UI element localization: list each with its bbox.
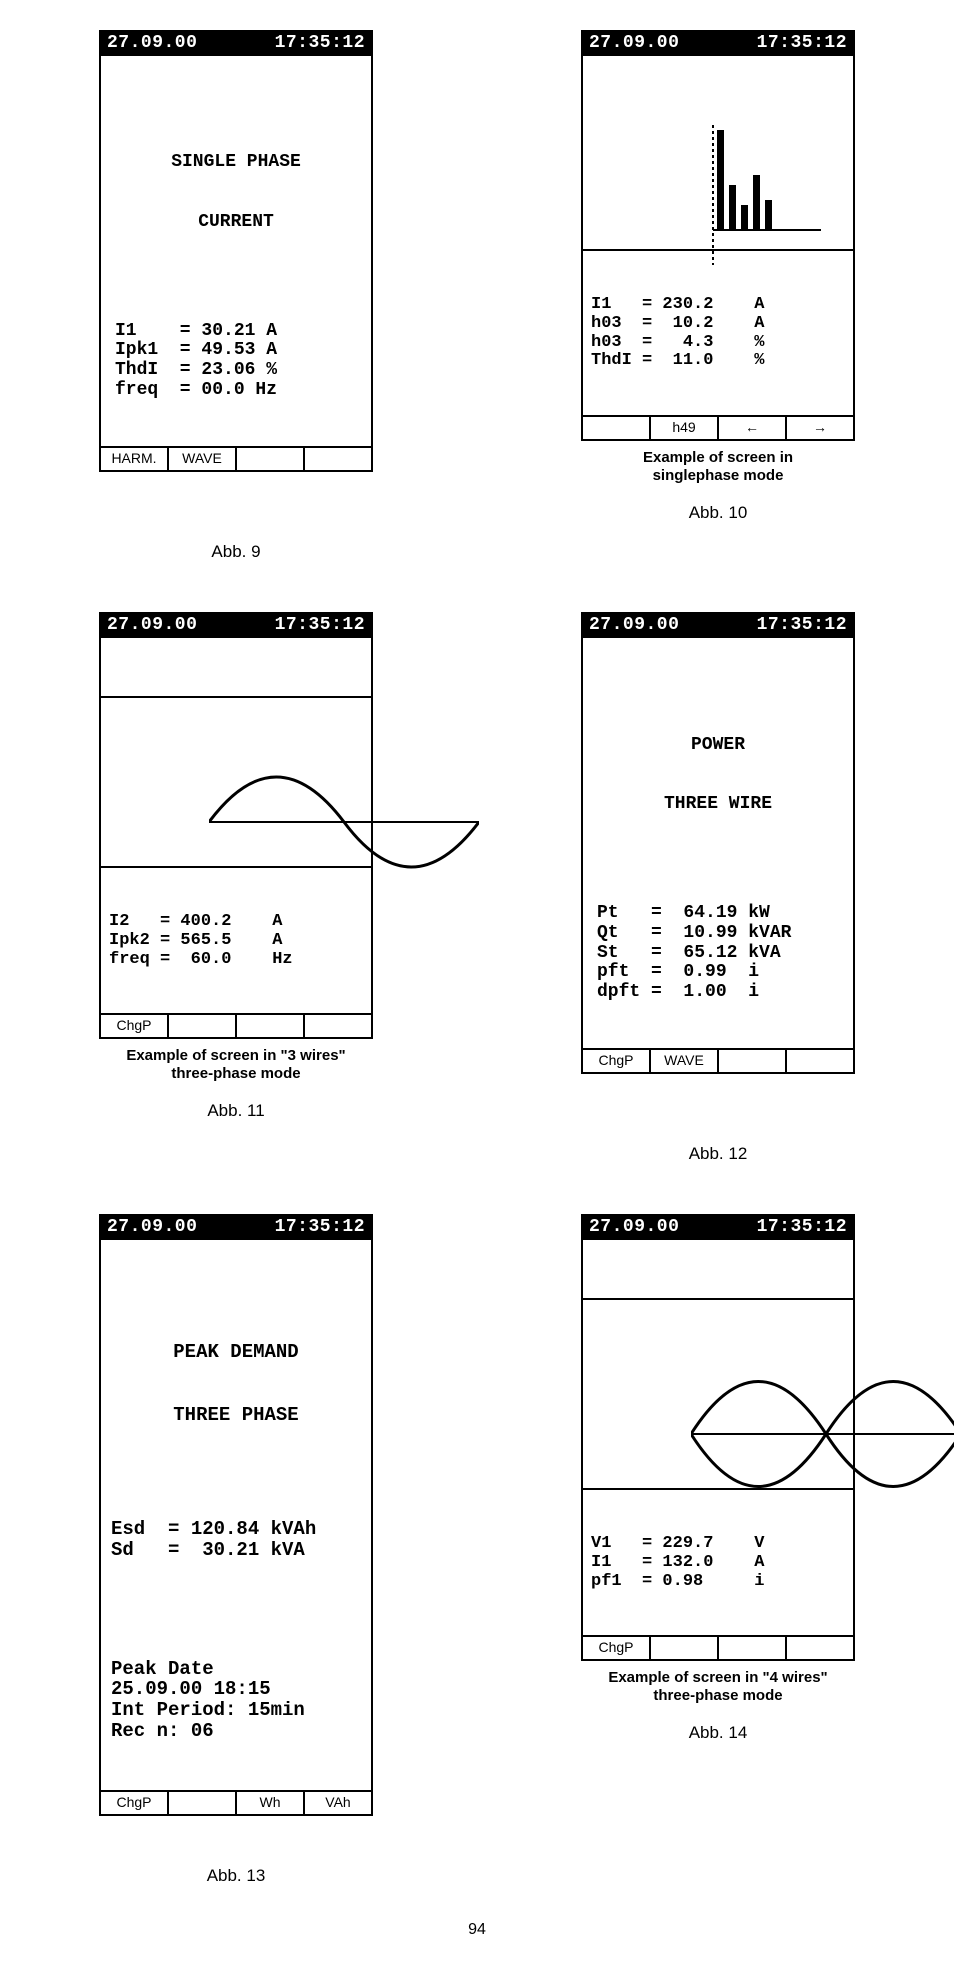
softkey-2[interactable] <box>651 1637 719 1659</box>
date-text: 27.09.00 <box>589 33 679 53</box>
softkey-right-arrow[interactable]: → <box>787 417 853 439</box>
softkey-4[interactable] <box>305 1015 371 1037</box>
measurement-rows: I1 = 230.2 A h03 = 10.2 A h03 = 4.3 % Th… <box>583 290 853 375</box>
lcd-panel: 27.09.00 17:35:12 PEAK DEMAND THREE PHAS… <box>99 1214 373 1815</box>
figure-label: Abb. 12 <box>542 1144 894 1164</box>
softkey-3[interactable] <box>719 1050 787 1072</box>
measurement-rows-1: Esd = 120.84 kVAh Sd = 30.21 kVA <box>111 1519 361 1561</box>
page-number: 94 <box>60 1921 894 1939</box>
softkey-chgp[interactable]: ChgP <box>583 1050 651 1072</box>
caption-line1: Example of screen in "3 wires" <box>126 1047 345 1064</box>
softkey-1[interactable] <box>583 417 651 439</box>
date-text: 27.09.00 <box>589 1217 679 1237</box>
softkey-chgp[interactable]: ChgP <box>583 1637 651 1659</box>
title-bar: 27.09.00 17:35:12 <box>583 32 853 56</box>
figure-label: Abb. 14 <box>542 1723 894 1743</box>
figure-11: 27.09.00 17:35:12 I2 = 400.2 A Ipk2 = 56… <box>60 612 412 1164</box>
caption-line1: Example of screen in "4 wires" <box>608 1669 827 1686</box>
measurement-rows: I2 = 400.2 A Ipk2 = 565.5 A freq = 60.0 … <box>101 907 371 973</box>
lcd-panel: 27.09.00 17:35:12 SINGLE PHASE CURRENT I… <box>99 30 373 472</box>
time-text: 17:35:12 <box>275 33 365 53</box>
softkey-wave[interactable]: WAVE <box>651 1050 719 1072</box>
lcd-panel: 27.09.00 17:35:12 POWER THREE WIRE Pt = … <box>581 612 855 1074</box>
caption-line1: Example of screen in <box>643 449 793 466</box>
screen-title-line2: THREE PHASE <box>111 1405 361 1426</box>
figure-label: Abb. 9 <box>60 542 412 562</box>
blank-strip <box>101 678 371 698</box>
figure-label: Abb. 13 <box>60 1866 412 1886</box>
title-bar: 27.09.00 17:35:12 <box>583 614 853 638</box>
time-text: 17:35:12 <box>757 615 847 635</box>
softkey-4[interactable] <box>787 1637 853 1659</box>
softkey-4[interactable] <box>305 448 371 470</box>
softkey-row: ChgP Wh VAh <box>101 1790 371 1814</box>
date-text: 27.09.00 <box>107 33 197 53</box>
single-sine-wave <box>101 738 371 868</box>
caption-line2: three-phase mode <box>171 1065 300 1082</box>
softkey-3[interactable] <box>719 1637 787 1659</box>
title-bar: 27.09.00 17:35:12 <box>101 1216 371 1240</box>
measurement-rows: Pt = 64.19 kW Qt = 10.99 kVAR St = 65.12… <box>593 904 843 1003</box>
lcd-panel: 27.09.00 17:35:12 I1 = 230.2 A h03 <box>581 30 855 441</box>
softkey-wh[interactable]: Wh <box>237 1792 305 1814</box>
lcd-panel: 27.09.00 17:35:12 I2 = 400.2 A Ipk2 = 56… <box>99 612 373 1038</box>
figure-13: 27.09.00 17:35:12 PEAK DEMAND THREE PHAS… <box>60 1214 412 1885</box>
softkey-row: h49 ← → <box>583 415 853 439</box>
measurement-rows: V1 = 229.7 V I1 = 132.0 A pf1 = 0.98 i <box>583 1529 853 1595</box>
time-text: 17:35:12 <box>757 1217 847 1237</box>
lcd-panel: 27.09.00 17:35:12 V1 = 229.7 V I1 = 132.… <box>581 1214 855 1660</box>
softkey-left-arrow[interactable]: ← <box>719 417 787 439</box>
softkey-row: ChgP <box>101 1013 371 1037</box>
screen-title-line1: SINGLE PHASE <box>111 153 361 173</box>
figure-label: Abb. 10 <box>542 503 894 523</box>
softkey-chgp[interactable]: ChgP <box>101 1792 169 1814</box>
figure-10: 27.09.00 17:35:12 I1 = 230.2 A h03 <box>542 30 894 562</box>
softkey-harm[interactable]: HARM. <box>101 448 169 470</box>
harmonics-bar-graph <box>583 96 853 251</box>
dual-sine-wave <box>583 1340 853 1490</box>
screen-title-line2: CURRENT <box>111 213 361 233</box>
time-text: 17:35:12 <box>275 1217 365 1237</box>
date-text: 27.09.00 <box>107 615 197 635</box>
softkey-wave[interactable]: WAVE <box>169 448 237 470</box>
softkey-row: ChgP <box>583 1635 853 1659</box>
measurement-rows: I1 = 30.21 A Ipk1 = 49.53 A ThdI = 23.06… <box>111 322 361 401</box>
softkey-3[interactable] <box>237 1015 305 1037</box>
softkey-2[interactable] <box>169 1792 237 1814</box>
figure-9: 27.09.00 17:35:12 SINGLE PHASE CURRENT I… <box>60 30 412 562</box>
softkey-2[interactable] <box>169 1015 237 1037</box>
time-text: 17:35:12 <box>757 33 847 53</box>
figure-label: Abb. 11 <box>60 1101 412 1121</box>
figure-14: 27.09.00 17:35:12 V1 = 229.7 V I1 = 132.… <box>542 1214 894 1885</box>
date-text: 27.09.00 <box>107 1217 197 1237</box>
softkey-4[interactable] <box>787 1050 853 1072</box>
softkey-vah[interactable]: VAh <box>305 1792 371 1814</box>
title-bar: 27.09.00 17:35:12 <box>101 32 371 56</box>
screen-title-line2: THREE WIRE <box>593 795 843 815</box>
blank-strip <box>583 1280 853 1300</box>
date-text: 27.09.00 <box>589 615 679 635</box>
caption-line2: three-phase mode <box>653 1687 782 1704</box>
screen-title-line1: PEAK DEMAND <box>111 1342 361 1363</box>
screen-title-line1: POWER <box>593 736 843 756</box>
softkey-h49[interactable]: h49 <box>651 417 719 439</box>
title-bar: 27.09.00 17:35:12 <box>101 614 371 638</box>
softkey-row: HARM. WAVE <box>101 446 371 470</box>
figure-12: 27.09.00 17:35:12 POWER THREE WIRE Pt = … <box>542 612 894 1164</box>
time-text: 17:35:12 <box>275 615 365 635</box>
softkey-3[interactable] <box>237 448 305 470</box>
caption-line2: singlephase mode <box>653 467 784 484</box>
softkey-row: ChgP WAVE <box>583 1048 853 1072</box>
measurement-rows-2: Peak Date 25.09.00 18:15 Int Period: 15m… <box>111 1659 361 1743</box>
title-bar: 27.09.00 17:35:12 <box>583 1216 853 1240</box>
softkey-chgp[interactable]: ChgP <box>101 1015 169 1037</box>
